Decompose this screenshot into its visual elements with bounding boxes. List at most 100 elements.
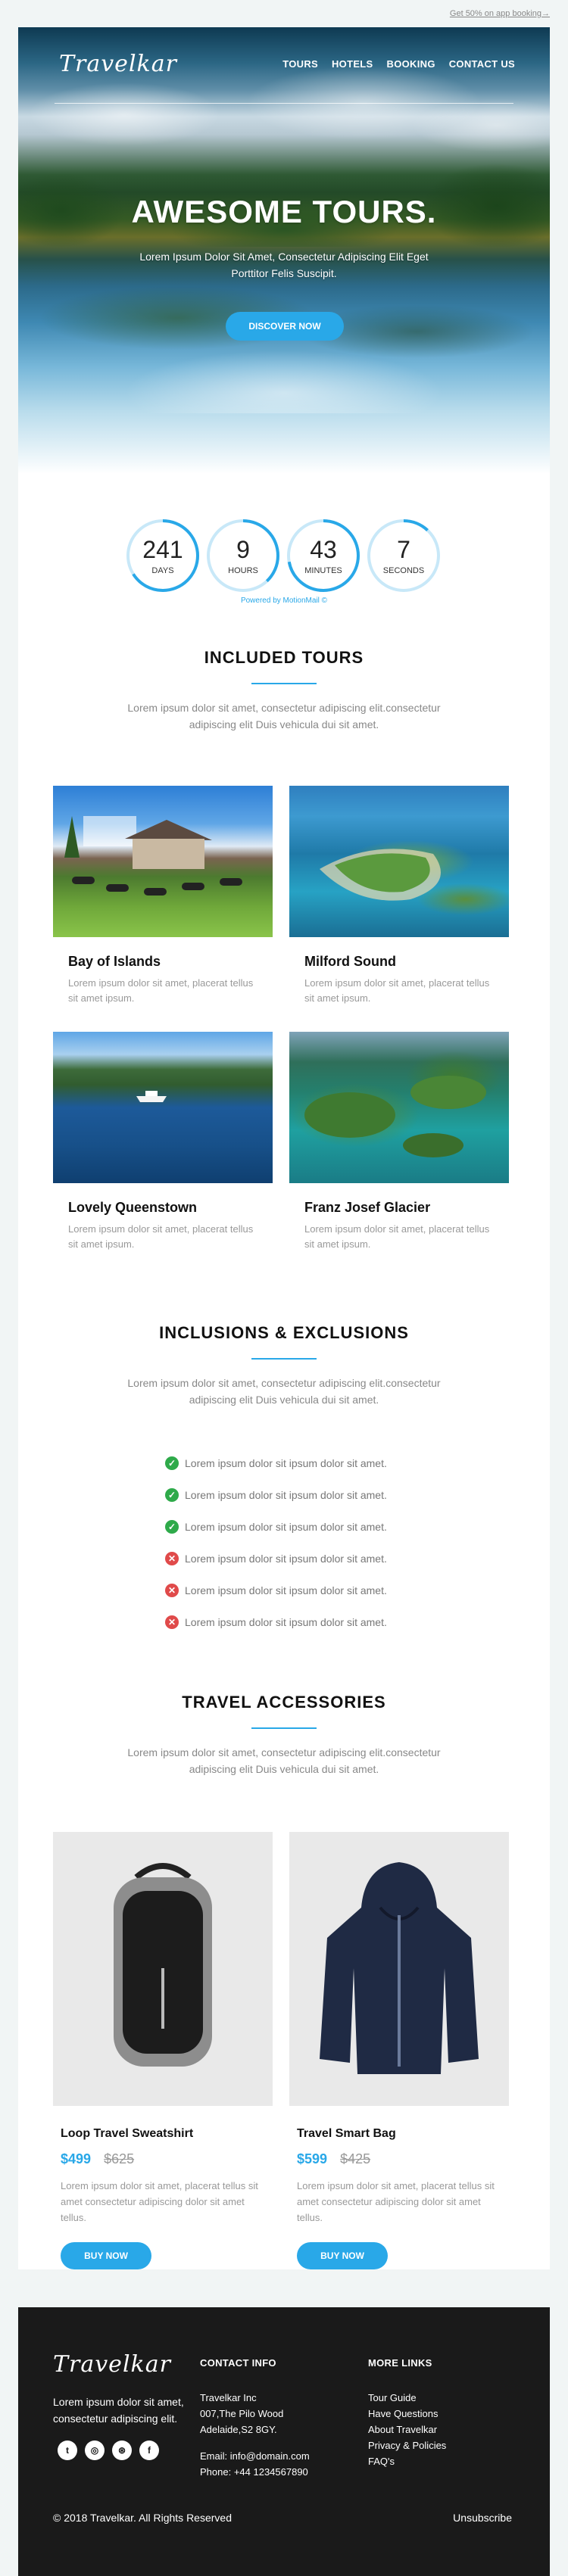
tour-card[interactable]: Milford Sound Lorem ipsum dolor sit amet… bbox=[289, 786, 509, 1032]
tour-card[interactable]: Lovely Queenstown Lorem ipsum dolor sit … bbox=[53, 1032, 273, 1278]
footer-tagline: Lorem ipsum dolor sit amet, consectetur … bbox=[53, 2396, 184, 2425]
list-item: ✕ Lorem ipsum dolor sit ipsum dolor sit a… bbox=[165, 1543, 550, 1575]
tour-card[interactable]: Bay of Islands Lorem ipsum dolor sit ame… bbox=[53, 786, 273, 1032]
more-links: MORE LINKS Tour Guide Have Questions Abo… bbox=[368, 2357, 446, 2469]
tour-card[interactable]: Franz Josef Glacier Lorem ipsum dolor si… bbox=[289, 1032, 509, 1278]
countdown-value: 43 bbox=[310, 536, 337, 563]
footer-link[interactable]: Privacy & Policies bbox=[368, 2437, 446, 2453]
list-item-text: Lorem ipsum dolor sit ipsum dolor sit am… bbox=[185, 1521, 387, 1533]
product-card: Loop Travel Sweatshirt $499 $625 Lorem i… bbox=[53, 1832, 273, 2269]
tour-desc: Lorem ipsum dolor sit amet, placerat tel… bbox=[68, 1223, 254, 1250]
tour-name[interactable]: Franz Josef Glacier bbox=[304, 1200, 509, 1216]
list-item-text: Lorem ipsum dolor sit ipsum dolor sit am… bbox=[185, 1584, 387, 1596]
hero-banner: Travelkar TOURS HOTELS BOOKING CONTACT U… bbox=[18, 27, 550, 474]
footer-logo[interactable]: Travelkar bbox=[53, 2351, 171, 2378]
section-divider bbox=[251, 1358, 317, 1360]
section-title: INCLUSIONS & EXCLUSIONS bbox=[159, 1323, 409, 1342]
lodge-illustration bbox=[64, 816, 242, 896]
hero-subtitle: Lorem Ipsum Dolor Sit Amet, Consectetur … bbox=[139, 251, 429, 279]
list-item: ✕ Lorem ipsum dolor sit ipsum dolor sit a… bbox=[165, 1606, 550, 1638]
tour-image-milford-sound[interactable] bbox=[289, 786, 509, 937]
product-name[interactable]: Loop Travel Sweatshirt bbox=[61, 2127, 273, 2141]
section-divider bbox=[251, 1727, 317, 1729]
footer-link[interactable]: Have Questions bbox=[368, 2406, 446, 2422]
contact-phone[interactable]: Phone: +44 1234567890 bbox=[200, 2464, 310, 2480]
footer-link[interactable]: FAQ's bbox=[368, 2453, 446, 2469]
tour-image-queenstown[interactable] bbox=[53, 1032, 273, 1183]
logo[interactable]: Travelkar bbox=[59, 51, 177, 77]
countdown-value: 241 bbox=[142, 536, 183, 563]
price-current: $499 bbox=[61, 2151, 92, 2166]
bay-illustration bbox=[320, 849, 441, 901]
list-item-text: Lorem ipsum dolor sit ipsum dolor sit am… bbox=[185, 1489, 387, 1501]
check-icon: ✓ bbox=[165, 1488, 179, 1502]
powered-by-link[interactable]: Powered by MotionMail © bbox=[18, 596, 550, 605]
footer-heading: MORE LINKS bbox=[368, 2357, 432, 2369]
tour-image-bay-of-islands[interactable] bbox=[53, 786, 273, 937]
countdown-label: SECONDS bbox=[382, 566, 425, 575]
nav-item-booking[interactable]: BOOKING bbox=[387, 58, 435, 70]
tour-name[interactable]: Milford Sound bbox=[304, 954, 509, 970]
nav-item-contact[interactable]: CONTACT US bbox=[449, 58, 515, 70]
product-image-backpack[interactable] bbox=[53, 1832, 273, 2106]
countdown-label: DAYS bbox=[151, 566, 174, 575]
product-image-hoodie[interactable] bbox=[289, 1832, 509, 2106]
contact-info: CONTACT INFO Travelkar Inc 007,The Pilo … bbox=[200, 2357, 310, 2480]
countdown-minutes: 43 MINUTES bbox=[286, 518, 361, 593]
hoodie-illustration bbox=[320, 1862, 479, 2074]
section-intro: Lorem ipsum dolor sit amet, consectetur … bbox=[127, 1377, 441, 1406]
instagram-icon[interactable]: ◎ bbox=[85, 2441, 105, 2460]
dribbble-icon[interactable]: ⊛ bbox=[112, 2441, 132, 2460]
footer: Travelkar Lorem ipsum dolor sit amet, co… bbox=[18, 2307, 550, 2576]
hero-title: AWESOME TOURS. bbox=[131, 194, 437, 229]
facebook-icon[interactable]: f bbox=[139, 2441, 159, 2460]
footer-link[interactable]: Tour Guide bbox=[368, 2390, 446, 2406]
check-icon: ✓ bbox=[165, 1456, 179, 1470]
main-nav: Travelkar TOURS HOTELS BOOKING CONTACT U… bbox=[18, 27, 550, 100]
inclusions-list: ✓ Lorem ipsum dolor sit ipsum dolor sit a… bbox=[18, 1447, 550, 1638]
price-old: $425 bbox=[340, 2151, 371, 2166]
contact-company: Travelkar Inc bbox=[200, 2392, 257, 2403]
discover-now-button[interactable]: DISCOVER NOW bbox=[226, 312, 344, 341]
countdown-timer: 241 DAYS 9 HOURS 43 MINUTES 7 SECONDS Po… bbox=[18, 474, 550, 618]
contact-address: Adelaide,S2 8GY. bbox=[200, 2424, 277, 2435]
social-links: t ◎ ⊛ f bbox=[58, 2441, 159, 2460]
list-item: ✓ Lorem ipsum dolor sit ipsum dolor sit a… bbox=[165, 1447, 550, 1479]
countdown-days: 241 DAYS bbox=[125, 518, 201, 593]
buy-now-button[interactable]: BUY NOW bbox=[61, 2242, 151, 2269]
footer-link[interactable]: About Travelkar bbox=[368, 2422, 446, 2437]
price-current: $599 bbox=[297, 2151, 328, 2166]
nav-item-hotels[interactable]: HOTELS bbox=[332, 58, 373, 70]
list-item-text: Lorem ipsum dolor sit ipsum dolor sit am… bbox=[185, 1616, 387, 1628]
inclusions-header: INCLUSIONS & EXCLUSIONS Lorem ipsum dolo… bbox=[18, 1278, 550, 1408]
twitter-icon[interactable]: t bbox=[58, 2441, 77, 2460]
products-grid: Loop Travel Sweatshirt $499 $625 Lorem i… bbox=[18, 1777, 550, 2269]
section-intro: Lorem ipsum dolor sit amet, consectetur … bbox=[127, 702, 441, 730]
nav-divider bbox=[55, 103, 513, 104]
product-name[interactable]: Travel Smart Bag bbox=[297, 2127, 509, 2141]
tours-header: INCLUDED TOURS Lorem ipsum dolor sit ame… bbox=[18, 618, 550, 733]
cross-icon: ✕ bbox=[165, 1584, 179, 1597]
countdown-seconds: 7 SECONDS bbox=[366, 518, 442, 593]
tours-grid: Bay of Islands Lorem ipsum dolor sit ame… bbox=[18, 733, 550, 1278]
tour-name[interactable]: Bay of Islands bbox=[68, 954, 273, 970]
tour-desc: Lorem ipsum dolor sit amet, placerat tel… bbox=[304, 977, 490, 1004]
check-icon: ✓ bbox=[165, 1520, 179, 1534]
list-item: ✓ Lorem ipsum dolor sit ipsum dolor sit a… bbox=[165, 1511, 550, 1543]
list-item: ✓ Lorem ipsum dolor sit ipsum dolor sit a… bbox=[165, 1479, 550, 1511]
promo-link[interactable]: Get 50% on app booking→ bbox=[450, 9, 550, 18]
cross-icon: ✕ bbox=[165, 1615, 179, 1629]
buy-now-button[interactable]: BUY NOW bbox=[297, 2242, 388, 2269]
nav-item-tours[interactable]: TOURS bbox=[282, 58, 318, 70]
unsubscribe-link[interactable]: Unsubscribe bbox=[453, 2512, 512, 2524]
cross-icon: ✕ bbox=[165, 1552, 179, 1565]
product-card: Travel Smart Bag $599 $425 Lorem ipsum d… bbox=[289, 1832, 509, 2269]
contact-email[interactable]: Email: info@domain.com bbox=[200, 2448, 310, 2464]
product-price: $599 $425 bbox=[297, 2151, 509, 2167]
section-title: INCLUDED TOURS bbox=[204, 648, 364, 667]
copyright: © 2018 Travelkar. All Rights Reserved bbox=[53, 2512, 232, 2524]
tour-name[interactable]: Lovely Queenstown bbox=[68, 1200, 273, 1216]
list-item-text: Lorem ipsum dolor sit ipsum dolor sit am… bbox=[185, 1553, 387, 1565]
tour-image-franz-josef[interactable] bbox=[289, 1032, 509, 1183]
product-desc: Lorem ipsum dolor sit amet, placerat tel… bbox=[297, 2180, 495, 2223]
